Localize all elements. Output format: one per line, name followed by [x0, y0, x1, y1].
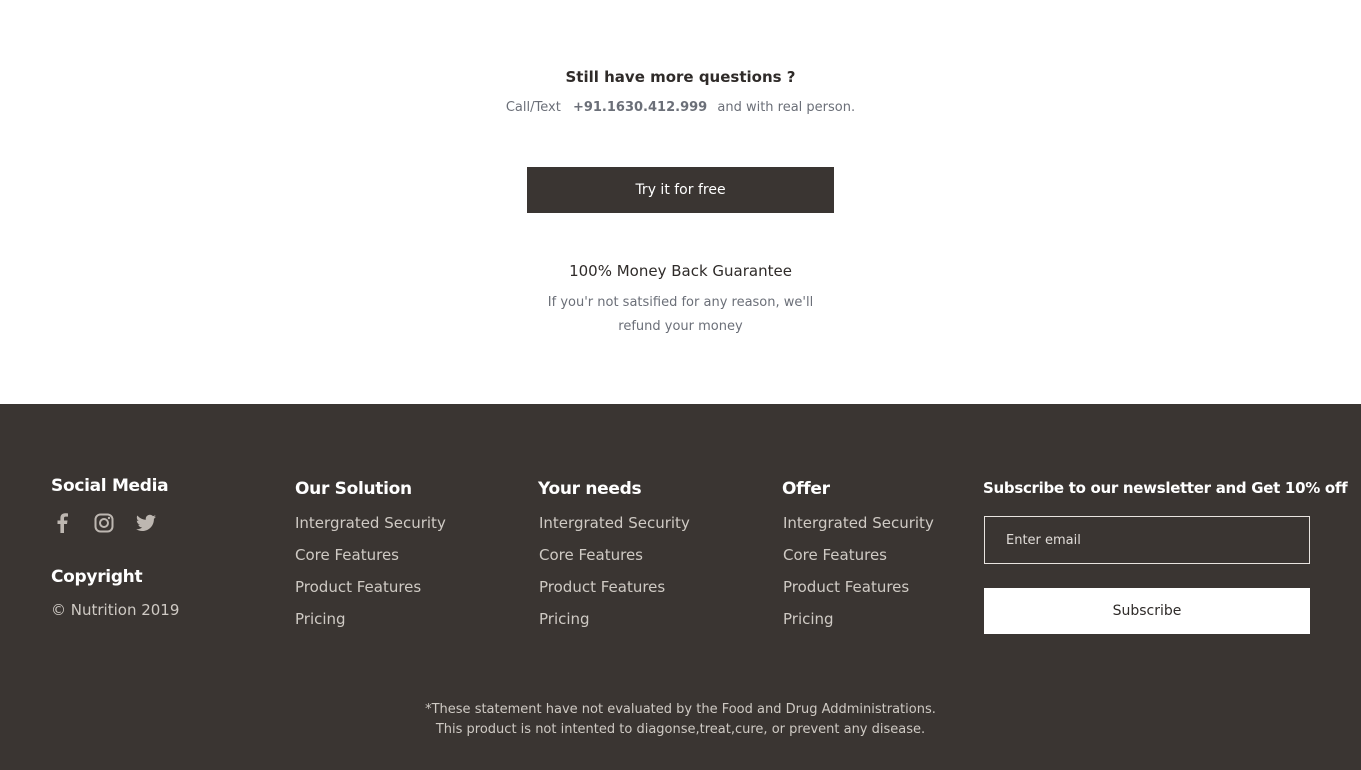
disclaimer-line-1: *These statement have not evaluated by t… [425, 702, 936, 717]
our-solution-link-pricing[interactable]: Pricing [295, 610, 346, 628]
our-solution-link-core[interactable]: Core Features [295, 546, 399, 564]
disclaimer: *These statement have not evaluated by t… [0, 700, 1361, 740]
your-needs-link-pricing[interactable]: Pricing [539, 610, 590, 628]
subscribe-button[interactable]: Subscribe [984, 588, 1310, 634]
your-needs-title: Your needs [538, 479, 642, 499]
offer-link-security[interactable]: Intergrated Security [783, 514, 934, 532]
guarantee-text: If you'r not satsified for any reason, w… [547, 295, 814, 334]
questions-title: Still have more questions ? [565, 68, 796, 86]
contact-line: Call/Text +91.1630.412.999 and with real… [0, 100, 1361, 115]
social-media-title: Social Media [51, 476, 169, 496]
site-footer: Social Media Copyright © Nutrition 2019 … [0, 404, 1361, 770]
contact-prefix: Call/Text [505, 100, 561, 115]
faq-section: Still have more questions ? Call/Text +9… [0, 0, 1361, 404]
copyright-title: Copyright [51, 567, 143, 587]
our-solution-link-security[interactable]: Intergrated Security [295, 514, 446, 532]
contact-suffix: and with real person. [717, 100, 856, 115]
offer-title: Offer [782, 479, 830, 499]
your-needs-link-security[interactable]: Intergrated Security [539, 514, 690, 532]
twitter-icon[interactable] [135, 512, 157, 534]
our-solution-link-product[interactable]: Product Features [295, 578, 421, 596]
facebook-icon[interactable] [51, 512, 73, 534]
offer-link-product[interactable]: Product Features [783, 578, 909, 596]
offer-link-pricing[interactable]: Pricing [783, 610, 834, 628]
your-needs-link-product[interactable]: Product Features [539, 578, 665, 596]
phone-number[interactable]: +91.1630.412.999 [573, 100, 707, 115]
our-solution-title: Our Solution [295, 479, 412, 499]
disclaimer-line-2: This product is not intented to diagonse… [435, 722, 926, 737]
copyright-text: © Nutrition 2019 [51, 601, 180, 619]
instagram-icon[interactable] [93, 512, 115, 534]
email-input[interactable] [984, 516, 1310, 564]
try-free-button[interactable]: Try it for free [527, 167, 834, 213]
newsletter-title: Subscribe to our newsletter and Get 10% … [983, 479, 1348, 497]
social-links [51, 512, 157, 534]
offer-link-core[interactable]: Core Features [783, 546, 887, 564]
your-needs-link-core[interactable]: Core Features [539, 546, 643, 564]
guarantee-title: 100% Money Back Guarantee [569, 262, 792, 280]
